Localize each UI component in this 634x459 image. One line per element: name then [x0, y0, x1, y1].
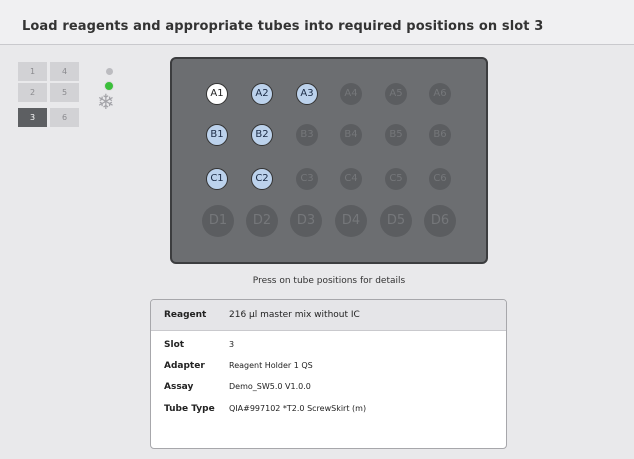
detail-value: 3: [229, 340, 235, 349]
detail-label: Assay: [164, 382, 194, 392]
slot-3-button[interactable]: 3: [18, 108, 47, 127]
reagent-header: Reagent 216 µl master mix without IC: [151, 300, 506, 331]
rack-hint-text: Press on tube positions for details: [252, 276, 406, 286]
detail-value: Reagent Holder 1 QS: [229, 361, 313, 370]
page-title: Load reagents and appropriate tubes into…: [22, 19, 544, 34]
tube-position-c3[interactable]: C3: [296, 168, 318, 190]
detail-row-tube-type: Tube Type QIA#997102 *T2.0 ScrewSkirt (m…: [151, 404, 506, 418]
tube-position-c4[interactable]: C4: [340, 168, 362, 190]
tube-position-a2[interactable]: A2: [251, 83, 273, 105]
tube-position-c1[interactable]: C1: [206, 168, 228, 190]
detail-row-assay: Assay Demo_SW5.0 V1.0.0: [151, 382, 506, 396]
tube-position-b4[interactable]: B4: [340, 124, 362, 146]
tube-position-b6[interactable]: B6: [429, 124, 451, 146]
title-bar: Load reagents and appropriate tubes into…: [0, 0, 634, 45]
slot-6-button[interactable]: 6: [50, 108, 79, 127]
tube-position-b5[interactable]: B5: [385, 124, 407, 146]
tube-position-d3[interactable]: D3: [290, 205, 322, 237]
tube-position-d6[interactable]: D6: [424, 205, 456, 237]
tube-position-c6[interactable]: C6: [429, 168, 451, 190]
tube-position-d2[interactable]: D2: [246, 205, 278, 237]
snowflake-icon: ❄: [97, 90, 115, 114]
tube-position-a1[interactable]: A1: [206, 83, 228, 105]
tube-position-b1[interactable]: B1: [206, 124, 228, 146]
tube-rack: A1 A2 A3 A4 A5 A6 B1 B2 B3 B4 B5 B6 C1 C…: [170, 57, 488, 264]
tube-position-d5[interactable]: D5: [380, 205, 412, 237]
detail-label: Slot: [164, 340, 185, 350]
tube-position-b2[interactable]: B2: [251, 124, 273, 146]
detail-value: Demo_SW5.0 V1.0.0: [229, 382, 311, 391]
status-indicator-inactive: [106, 68, 113, 75]
reagent-details-panel: Reagent 216 µl master mix without IC Slo…: [150, 299, 507, 449]
tube-position-a3[interactable]: A3: [296, 83, 318, 105]
detail-row-slot: Slot 3: [151, 340, 506, 354]
detail-label: Tube Type: [164, 404, 215, 414]
detail-label: Adapter: [164, 361, 205, 371]
tube-position-a5[interactable]: A5: [385, 83, 407, 105]
tube-position-a4[interactable]: A4: [340, 83, 362, 105]
slot-1-button[interactable]: 1: [18, 62, 47, 81]
tube-position-c2[interactable]: C2: [251, 168, 273, 190]
detail-value: QIA#997102 *T2.0 ScrewSkirt (m): [229, 404, 367, 413]
slot-5-button[interactable]: 5: [50, 83, 79, 102]
tube-position-a6[interactable]: A6: [429, 83, 451, 105]
tube-position-c5[interactable]: C5: [385, 168, 407, 190]
tube-position-b3[interactable]: B3: [296, 124, 318, 146]
slot-2-button[interactable]: 2: [18, 83, 47, 102]
tube-position-d1[interactable]: D1: [202, 205, 234, 237]
slot-4-button[interactable]: 4: [50, 62, 79, 81]
tube-position-d4[interactable]: D4: [335, 205, 367, 237]
reagent-value: 216 µl master mix without IC: [229, 310, 360, 320]
detail-row-adapter: Adapter Reagent Holder 1 QS: [151, 361, 506, 375]
reagent-label: Reagent: [164, 310, 207, 320]
